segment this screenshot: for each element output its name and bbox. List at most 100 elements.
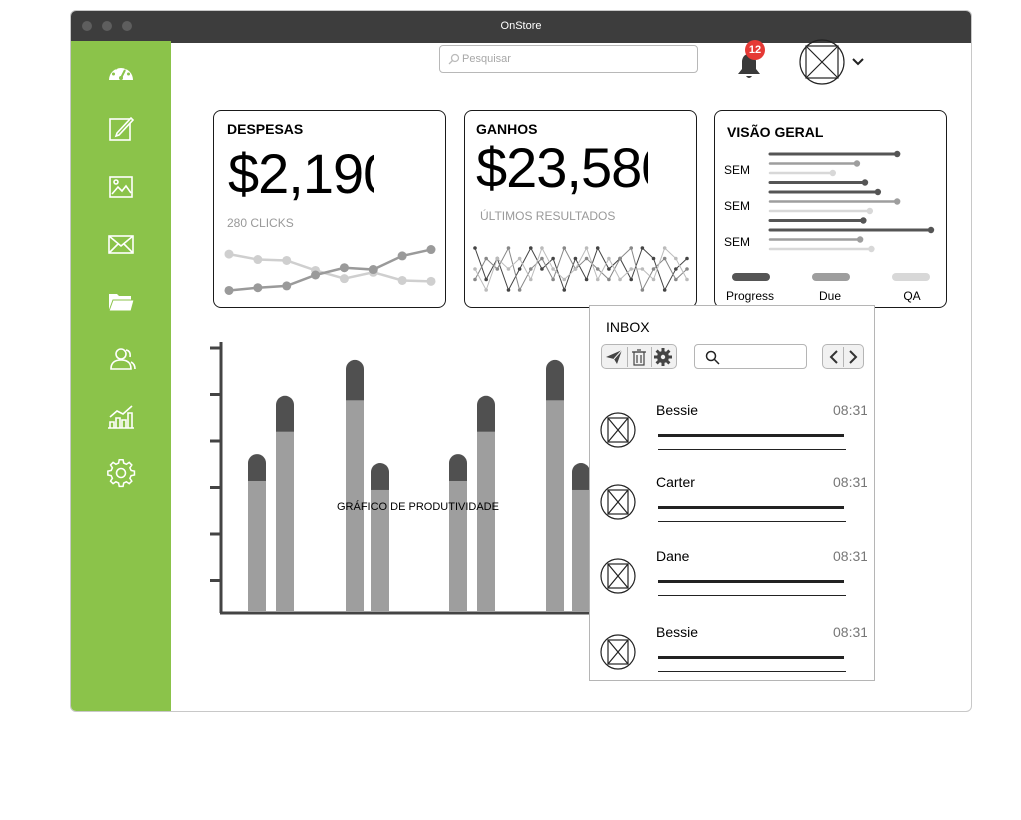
trash-icon[interactable] bbox=[628, 347, 650, 367]
sparkline-point bbox=[339, 263, 349, 273]
notification-badge: 12 bbox=[745, 40, 765, 60]
sparkline-point bbox=[224, 249, 234, 259]
sparkline-point bbox=[595, 246, 600, 250]
inbox-message[interactable]: Bessie 08:31 bbox=[590, 624, 874, 680]
send-icon[interactable] bbox=[603, 347, 625, 367]
sparkline-point bbox=[629, 246, 634, 250]
sidebar bbox=[71, 41, 171, 711]
user-avatar[interactable] bbox=[799, 39, 845, 85]
sparkline-point bbox=[562, 246, 567, 250]
bar-segment bbox=[546, 400, 564, 611]
sem-label: SEM bbox=[724, 235, 751, 249]
gear-icon[interactable] bbox=[652, 347, 674, 367]
inbox-message[interactable]: Bessie 08:31 bbox=[590, 402, 874, 474]
inbox-toolbar bbox=[601, 344, 677, 369]
inbox-message[interactable]: Carter 08:31 bbox=[590, 474, 874, 546]
sidebar-item-analytics[interactable] bbox=[105, 401, 137, 433]
progress-bar-end bbox=[927, 226, 935, 234]
sparkline-point bbox=[473, 267, 477, 271]
settings-icon bbox=[107, 458, 136, 488]
sparkline-point bbox=[506, 267, 511, 271]
sidebar-item-images[interactable] bbox=[105, 171, 137, 203]
sparkline-point bbox=[426, 276, 436, 286]
despesas-value: $2,190 bbox=[228, 142, 374, 205]
message-divider bbox=[658, 671, 846, 672]
search-input[interactable] bbox=[462, 51, 687, 67]
folder-icon bbox=[108, 294, 135, 312]
sparkline-point bbox=[397, 251, 407, 261]
ganhos-sparkline bbox=[473, 246, 689, 292]
sparkline-point bbox=[473, 277, 477, 282]
message-time: 08:31 bbox=[833, 402, 867, 418]
progress-bar-end bbox=[866, 207, 874, 215]
sparkline-point bbox=[584, 256, 589, 261]
message-divider bbox=[658, 449, 846, 450]
message-preview-line bbox=[658, 580, 844, 583]
sparkline-point bbox=[528, 246, 533, 250]
sparkline-point bbox=[484, 256, 488, 261]
sparkline-point bbox=[540, 267, 544, 271]
inbox-panel: INBOX Bessie 08:31 Carter 08:31 Dane 08:… bbox=[589, 305, 875, 681]
progress-bar-end bbox=[853, 160, 861, 167]
sparkline-point bbox=[506, 288, 511, 292]
inbox-search-input[interactable] bbox=[723, 349, 803, 364]
message-time: 08:31 bbox=[833, 624, 867, 640]
despesas-card: DESPESAS $2,190 280 CLICKS bbox=[213, 110, 446, 308]
sidebar-item-edit[interactable] bbox=[105, 113, 137, 145]
despesas-subtitle: 280 CLICKS bbox=[227, 216, 294, 230]
message-time: 08:31 bbox=[833, 474, 867, 490]
sparkline-point bbox=[540, 256, 544, 261]
sidebar-item-files[interactable] bbox=[105, 286, 137, 318]
chart-icon bbox=[108, 405, 134, 429]
sparkline-point bbox=[640, 246, 645, 250]
progress-bar-end bbox=[829, 169, 836, 177]
sparkline-point bbox=[573, 267, 578, 271]
legend-swatch-progress bbox=[732, 273, 770, 281]
productivity-chart bbox=[210, 342, 605, 615]
sparkline-point bbox=[224, 285, 234, 295]
sparkline-point bbox=[651, 256, 656, 261]
sparkline-point bbox=[674, 277, 678, 282]
visao-geral-card: VISÃO GERAL SEM SEM SEM Progress Due QA bbox=[714, 110, 947, 308]
message-sender: Bessie bbox=[656, 624, 699, 640]
sparkline-point bbox=[685, 267, 689, 271]
sparkline-point bbox=[595, 267, 600, 271]
message-avatar bbox=[600, 484, 636, 520]
visao-geral-title: VISÃO GERAL bbox=[727, 124, 824, 140]
inbox-search-box bbox=[694, 344, 807, 369]
users-icon bbox=[110, 348, 136, 370]
sparkline-point bbox=[517, 288, 522, 292]
sidebar-item-users[interactable] bbox=[105, 343, 137, 375]
inbox-title: INBOX bbox=[606, 319, 650, 335]
search-icon bbox=[448, 53, 460, 65]
sparkline-point bbox=[674, 267, 678, 271]
chevron-right-icon[interactable] bbox=[844, 347, 862, 367]
message-divider bbox=[658, 521, 846, 522]
sidebar-item-mail[interactable] bbox=[105, 228, 137, 260]
chevron-down-icon[interactable] bbox=[850, 56, 866, 68]
sparkline-point bbox=[607, 267, 611, 271]
sparkline-point bbox=[573, 256, 578, 261]
legend-swatch-due bbox=[812, 273, 850, 281]
sparkline-point bbox=[517, 256, 522, 261]
message-avatar bbox=[600, 558, 636, 594]
sparkline-point bbox=[685, 277, 689, 282]
progress-bar-end bbox=[893, 198, 901, 205]
window-title: OnStore bbox=[500, 20, 542, 32]
despesas-sparkline bbox=[224, 245, 436, 295]
sparkline-point bbox=[426, 245, 436, 255]
sparkline-point bbox=[595, 277, 600, 282]
visao-legend-swatches bbox=[732, 273, 930, 281]
sidebar-item-dashboard[interactable] bbox=[105, 57, 137, 89]
sidebar-item-settings[interactable] bbox=[105, 457, 137, 489]
sparkline-point bbox=[311, 270, 321, 280]
legend-qa: QA bbox=[903, 289, 921, 303]
bar-segment bbox=[477, 431, 495, 611]
sparkline-point bbox=[517, 267, 522, 271]
sparkline-point bbox=[584, 246, 589, 250]
sparkline-point bbox=[495, 256, 500, 261]
chevron-left-icon[interactable] bbox=[825, 347, 843, 367]
sparkline-point bbox=[640, 288, 645, 292]
sparkline-point bbox=[651, 267, 656, 271]
inbox-message[interactable]: Dane 08:31 bbox=[590, 548, 874, 620]
